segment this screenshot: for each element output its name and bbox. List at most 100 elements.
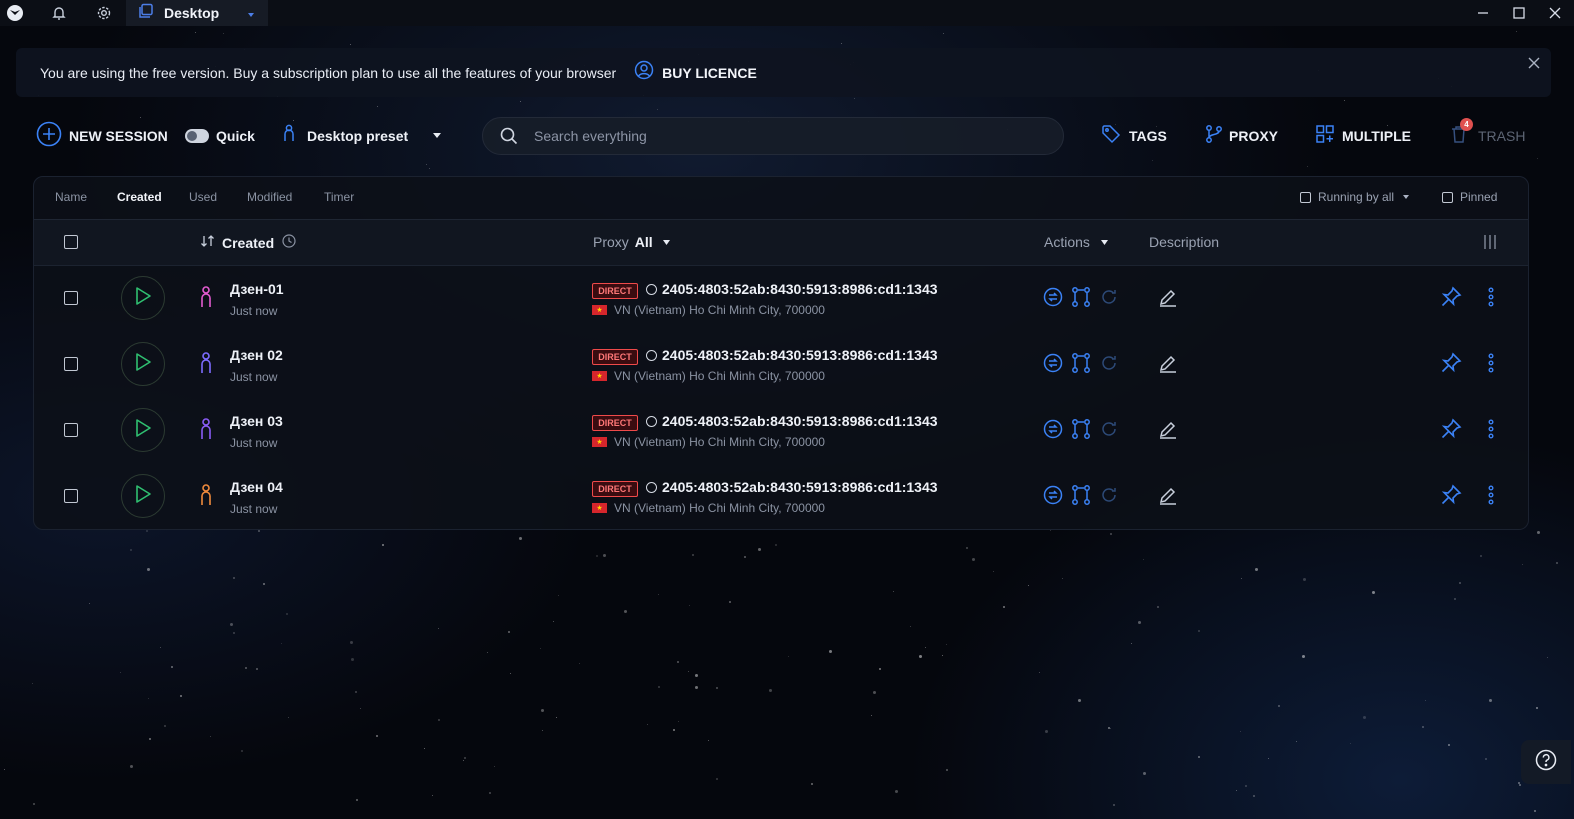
created-sort-header[interactable]: Created — [200, 234, 296, 251]
proxy-ip-text: 2405:4803:52ab:8430:5913:8986:cd1:1343 — [662, 479, 938, 495]
pinned-filter[interactable]: Pinned — [1442, 190, 1497, 204]
buy-licence-button[interactable]: BUY LICENCE — [634, 60, 757, 85]
pin-icon[interactable] — [1440, 286, 1462, 313]
clock-icon — [282, 234, 296, 251]
actions-header[interactable]: Actions — [1044, 234, 1109, 250]
preset-dropdown[interactable]: Desktop preset — [282, 122, 442, 150]
minimize-icon[interactable] — [1472, 2, 1494, 24]
bell-icon[interactable] — [48, 2, 70, 24]
tab-desktop[interactable]: Desktop — [126, 0, 268, 26]
refresh-icon[interactable] — [1099, 353, 1119, 378]
proxy-button[interactable]: PROXY — [1205, 122, 1278, 150]
star-decoration — [540, 648, 541, 649]
select-all-checkbox[interactable] — [64, 235, 78, 249]
proxy-header[interactable]: Proxy All — [593, 234, 671, 250]
star-decoration — [1522, 564, 1523, 565]
table-row[interactable]: Дзен 04 Just now DIRECT 2405:4803:52ab:8… — [34, 463, 1528, 529]
star-decoration — [432, 795, 433, 796]
edit-icon[interactable] — [1158, 485, 1178, 510]
more-vertical-icon[interactable] — [1487, 485, 1495, 510]
edit-icon[interactable] — [1158, 287, 1178, 312]
gear-icon[interactable] — [93, 2, 115, 24]
play-button[interactable] — [121, 276, 165, 320]
star-decoration — [241, 750, 243, 752]
star-decoration — [1131, 643, 1132, 644]
refresh-icon[interactable] — [1099, 287, 1119, 312]
new-session-button[interactable]: NEW SESSION — [36, 121, 168, 150]
table-row[interactable]: Дзен 03 Just now DIRECT 2405:4803:52ab:8… — [34, 397, 1528, 463]
tags-button[interactable]: TAGS — [1101, 122, 1167, 150]
row-checkbox[interactable] — [64, 489, 78, 503]
sync-icon[interactable] — [1043, 353, 1063, 378]
tab-used[interactable]: Used — [189, 190, 217, 204]
sync-icon[interactable] — [1043, 485, 1063, 510]
tab-timer[interactable]: Timer — [324, 190, 354, 204]
close-icon[interactable] — [1544, 2, 1566, 24]
sync-icon[interactable] — [1043, 287, 1063, 312]
more-vertical-icon[interactable] — [1487, 287, 1495, 312]
proxy-type-badge: DIRECT — [592, 481, 638, 497]
table-row[interactable]: Дзен-01 Just now DIRECT 2405:4803:52ab:8… — [34, 265, 1528, 331]
caret-down-icon[interactable] — [246, 7, 256, 25]
refresh-icon[interactable] — [1099, 419, 1119, 444]
tab-modified[interactable]: Modified — [247, 190, 292, 204]
trash-icon: 4 — [1450, 117, 1473, 149]
table-header: Created Proxy All Actions Description — [34, 220, 1528, 266]
star-decoration — [1110, 728, 1111, 729]
star-decoration — [223, 33, 224, 34]
play-button[interactable] — [121, 342, 165, 386]
pin-icon[interactable] — [1440, 484, 1462, 511]
row-checkbox[interactable] — [64, 291, 78, 305]
sync-icon[interactable] — [1043, 419, 1063, 444]
star-decoration — [89, 603, 90, 604]
maximize-icon[interactable] — [1508, 2, 1530, 24]
pinned-checkbox[interactable] — [1442, 191, 1453, 203]
session-name[interactable]: Дзен-01 — [230, 281, 284, 297]
tab-name[interactable]: Name — [55, 190, 87, 204]
edit-icon[interactable] — [1158, 419, 1178, 444]
session-name[interactable]: Дзен 02 — [230, 347, 283, 363]
star-decoration — [1307, 166, 1308, 167]
row-checkbox[interactable] — [64, 423, 78, 437]
star-decoration — [281, 643, 282, 644]
app-logo-icon[interactable] — [4, 2, 26, 24]
running-by-all-filter[interactable]: Running by all — [1300, 190, 1410, 204]
row-checkbox[interactable] — [64, 357, 78, 371]
branch-icon[interactable] — [1071, 484, 1091, 511]
branch-icon[interactable] — [1071, 286, 1091, 313]
tags-label: TAGS — [1129, 128, 1167, 144]
star-decoration — [376, 735, 378, 737]
branch-icon[interactable] — [1071, 418, 1091, 445]
edit-icon[interactable] — [1158, 353, 1178, 378]
trash-button[interactable]: 4 TRASH — [1450, 117, 1525, 150]
running-checkbox[interactable] — [1300, 191, 1311, 203]
more-vertical-icon[interactable] — [1487, 419, 1495, 444]
branch-icon[interactable] — [1071, 352, 1091, 379]
play-icon — [134, 484, 152, 509]
vietnam-flag-icon: ★ — [592, 437, 607, 447]
proxy-ip[interactable]: 2405:4803:52ab:8430:5913:8986:cd1:1343 — [646, 413, 938, 429]
session-name[interactable]: Дзен 04 — [230, 479, 283, 495]
toggle-switch[interactable] — [185, 129, 209, 143]
star-decoration — [1062, 578, 1063, 579]
quick-toggle[interactable]: Quick — [185, 122, 255, 150]
multiple-button[interactable]: MULTIPLE — [1315, 122, 1411, 150]
created-header-label: Created — [222, 234, 275, 251]
proxy-ip[interactable]: 2405:4803:52ab:8430:5913:8986:cd1:1343 — [646, 281, 938, 297]
table-row[interactable]: Дзен 02 Just now DIRECT 2405:4803:52ab:8… — [34, 331, 1528, 397]
columns-icon[interactable] — [1482, 234, 1498, 255]
tab-created[interactable]: Created — [117, 190, 162, 204]
pin-icon[interactable] — [1440, 418, 1462, 445]
pin-icon[interactable] — [1440, 352, 1462, 379]
proxy-ip[interactable]: 2405:4803:52ab:8430:5913:8986:cd1:1343 — [646, 479, 938, 495]
proxy-ip[interactable]: 2405:4803:52ab:8430:5913:8986:cd1:1343 — [646, 347, 938, 363]
more-vertical-icon[interactable] — [1487, 353, 1495, 378]
session-name[interactable]: Дзен 03 — [230, 413, 283, 429]
help-button[interactable] — [1521, 740, 1571, 784]
refresh-icon[interactable] — [1099, 485, 1119, 510]
search-input[interactable] — [532, 127, 1016, 145]
search-bar[interactable] — [482, 117, 1064, 155]
close-icon[interactable] — [1527, 56, 1541, 75]
play-button[interactable] — [121, 474, 165, 518]
play-button[interactable] — [121, 408, 165, 452]
